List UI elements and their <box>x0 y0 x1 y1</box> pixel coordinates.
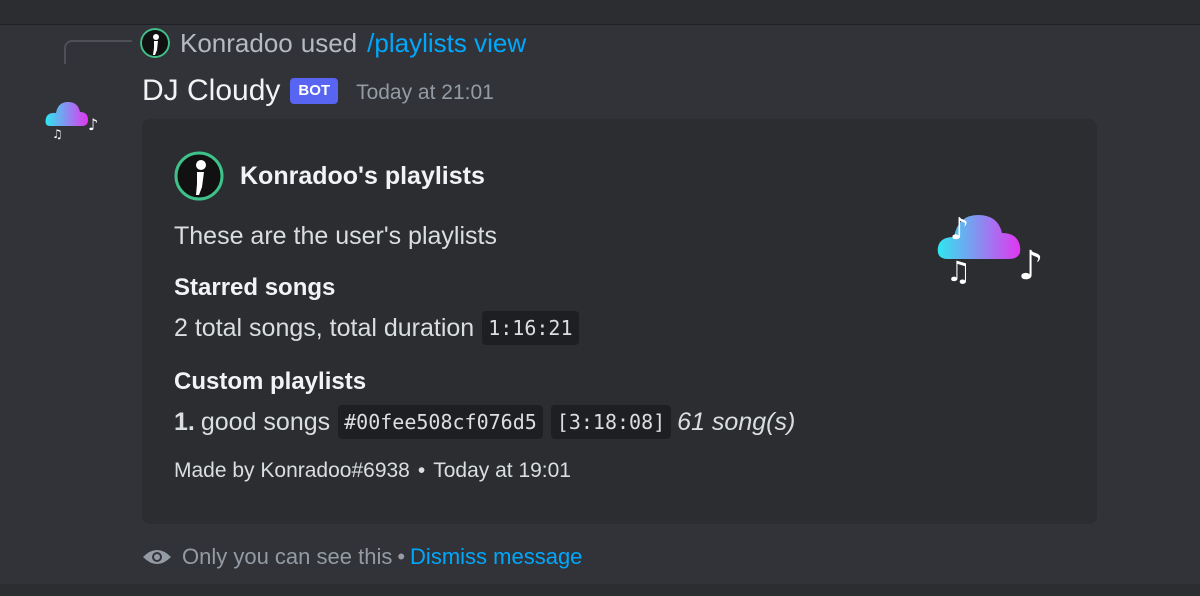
svg-text:♪: ♪ <box>950 212 969 247</box>
eye-icon <box>143 550 171 564</box>
field-name-custom: Custom playlists <box>174 368 367 395</box>
bot-username[interactable]: DJ Cloudy <box>142 74 280 108</box>
reply-connector <box>64 40 132 64</box>
field-name-starred: Starred songs <box>174 274 336 301</box>
playlist-id: #00fee508cf076d5 <box>338 405 543 439</box>
svg-text:♪: ♪ <box>88 115 98 134</box>
starred-duration: 1:16:21 <box>482 311 579 345</box>
starred-summary: 2 total songs, total duration <box>174 313 475 342</box>
footer-time: Today at 19:01 <box>433 459 571 482</box>
ephemeral-notice: Only you can see this • Dismiss message <box>142 544 582 570</box>
embed-footer: Made by Konradoo#6938 • Today at 19:01 <box>174 459 571 483</box>
playlist-number: 1. <box>174 407 195 436</box>
playlist-name: good songs <box>200 407 331 436</box>
command-reply-context[interactable]: Konradoo used /playlists view <box>140 27 526 59</box>
bot-badge: BOT <box>290 78 339 104</box>
ephemeral-text: Only you can see this <box>182 544 393 569</box>
playlist-list-item: 1. good songs #00fee508cf076d5 [3:18:08]… <box>174 405 795 439</box>
message-header: DJ Cloudy BOT Today at 21:01 <box>142 74 494 108</box>
bottom-bar <box>0 584 1200 596</box>
embed-author-name: Konradoo's playlists <box>240 161 485 190</box>
cloud-music-icon[interactable]: ♪ ♪ ♫ <box>932 191 1062 291</box>
user-avatar-icon[interactable] <box>140 28 170 58</box>
playlist-song-count: 61 song(s) <box>677 407 796 436</box>
dismiss-message-link[interactable]: Dismiss message <box>410 544 582 570</box>
reply-used-text: used <box>300 27 358 58</box>
top-bar <box>0 0 1200 25</box>
embed-card: Konradoo's playlists ♪ ♪ ♫ These are the… <box>142 119 1097 524</box>
svg-text:♪: ♪ <box>1018 243 1044 289</box>
command-link[interactable]: /playlists view <box>367 28 526 59</box>
playlist-duration: [3:18:08] <box>550 405 672 439</box>
user-avatar-icon <box>174 151 224 201</box>
field-value-starred: 2 total songs, total duration 1:16:21 <box>174 311 579 345</box>
footer-text: Made by Konradoo#6938 <box>174 459 410 482</box>
cloud-music-icon[interactable]: ♪ ♫ <box>44 96 104 140</box>
reply-username[interactable]: Konradoo <box>180 28 293 59</box>
embed-author: Konradoo's playlists <box>174 151 485 201</box>
svg-text:♫: ♫ <box>946 255 971 288</box>
embed-description: These are the user's playlists <box>174 222 497 250</box>
ephemeral-separator: • <box>397 544 406 569</box>
svg-text:♫: ♫ <box>52 127 63 140</box>
message-timestamp[interactable]: Today at 21:01 <box>356 81 494 105</box>
footer-separator: • <box>417 459 426 482</box>
